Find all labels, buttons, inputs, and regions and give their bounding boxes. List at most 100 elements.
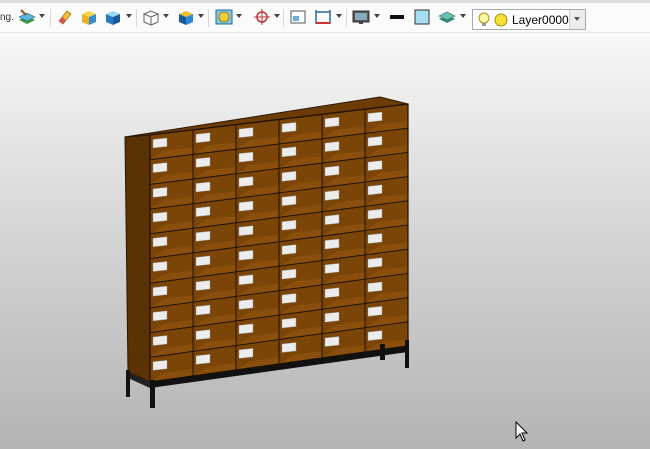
label-card [238, 151, 254, 163]
label-card [281, 342, 297, 353]
label-card [152, 360, 168, 371]
label-card [367, 281, 383, 293]
label-card [367, 136, 383, 147]
label-card [238, 274, 254, 286]
label-card [281, 268, 297, 280]
leg-left-front [150, 380, 155, 408]
render-icon[interactable] [214, 7, 234, 29]
label-card [152, 236, 168, 247]
sun-icon[interactable] [494, 13, 508, 30]
separator [346, 9, 347, 27]
label-card [238, 200, 254, 212]
layer-stack-dropdown-arrow[interactable] [460, 14, 466, 18]
label-card [238, 176, 254, 187]
light-blue-fill-icon[interactable] [412, 7, 432, 29]
label-card [152, 211, 168, 223]
label-card [367, 330, 383, 341]
label-card [238, 323, 254, 335]
label-card [195, 132, 211, 143]
solid-view-dropdown-arrow[interactable] [126, 14, 132, 18]
label-card [324, 238, 340, 250]
layers-dropdown-arrow[interactable] [39, 14, 45, 18]
label-card [238, 127, 254, 138]
label-card [195, 304, 211, 316]
label-card [281, 293, 297, 304]
label-card [367, 306, 383, 317]
3d-viewport[interactable] [0, 33, 650, 449]
dimension-icon[interactable] [313, 7, 333, 29]
label-card [238, 225, 254, 236]
label-card [324, 287, 340, 299]
eraser-icon[interactable] [56, 7, 74, 29]
dimension-dropdown-arrow[interactable] [336, 14, 342, 18]
label-card [367, 233, 383, 244]
label-card [152, 137, 168, 149]
solid-cube-icon[interactable] [103, 7, 123, 29]
view-orientation-dropdown-arrow[interactable] [198, 14, 204, 18]
label-card [195, 255, 211, 267]
label-card [195, 181, 211, 193]
layer-stack-icon[interactable] [437, 7, 457, 29]
label-card [238, 299, 254, 310]
lightbulb-icon[interactable] [477, 12, 491, 31]
cabinet-side-panel [124, 134, 151, 383]
separator [136, 9, 137, 27]
crosshair-icon[interactable] [252, 7, 272, 29]
label-card [281, 146, 297, 158]
layer-dropdown-button[interactable] [569, 10, 585, 29]
label-card [195, 206, 211, 217]
label-card [152, 162, 168, 173]
label-card [195, 157, 211, 168]
mouse-cursor-icon [515, 421, 529, 442]
black-line-icon[interactable] [387, 7, 407, 29]
view-cube-icon[interactable] [176, 7, 196, 29]
box-material-icon[interactable] [79, 7, 99, 29]
label-card [324, 263, 340, 274]
cut-off-label: ng. [0, 12, 14, 23]
layers-icon[interactable] [17, 7, 37, 29]
separator [50, 9, 51, 27]
layer-selector[interactable]: Layer0000 [472, 9, 586, 30]
label-card [195, 354, 211, 365]
label-card [152, 285, 168, 297]
label-card [367, 257, 383, 268]
leg-left-back [126, 370, 130, 397]
label-card [281, 244, 297, 255]
label-card [152, 261, 168, 272]
label-card [195, 231, 211, 242]
label-card [281, 219, 297, 231]
monitor-icon[interactable] [351, 7, 371, 29]
label-card [367, 160, 383, 171]
wire-cube-icon[interactable] [141, 7, 161, 29]
label-card [324, 116, 340, 128]
label-card [238, 250, 254, 261]
label-card [281, 317, 297, 329]
label-card [281, 122, 297, 133]
leg-right-inner [380, 344, 385, 360]
label-card [324, 336, 340, 347]
display-dropdown-arrow[interactable] [374, 14, 380, 18]
label-card [324, 311, 340, 323]
label-card [152, 187, 168, 198]
label-card [195, 280, 211, 291]
pigeonhole-cabinet-model [124, 96, 409, 408]
label-card [367, 111, 383, 123]
snap-dropdown-arrow[interactable] [274, 14, 280, 18]
label-card [195, 329, 211, 340]
toolbar: ng. Layer0000 [0, 3, 650, 33]
frame-icon[interactable] [289, 7, 307, 29]
label-card [152, 335, 168, 346]
label-card [367, 208, 383, 220]
render-dropdown-arrow[interactable] [236, 14, 242, 18]
label-card [324, 214, 340, 225]
label-card [324, 165, 340, 177]
wireframe-dropdown-arrow[interactable] [163, 14, 169, 18]
label-card [238, 348, 254, 359]
layer-name: Layer0000 [512, 13, 569, 27]
label-card [152, 310, 168, 322]
label-card [281, 195, 297, 206]
label-card [367, 184, 383, 196]
leg-right [405, 340, 409, 368]
label-card [324, 141, 340, 152]
label-card [281, 171, 297, 182]
